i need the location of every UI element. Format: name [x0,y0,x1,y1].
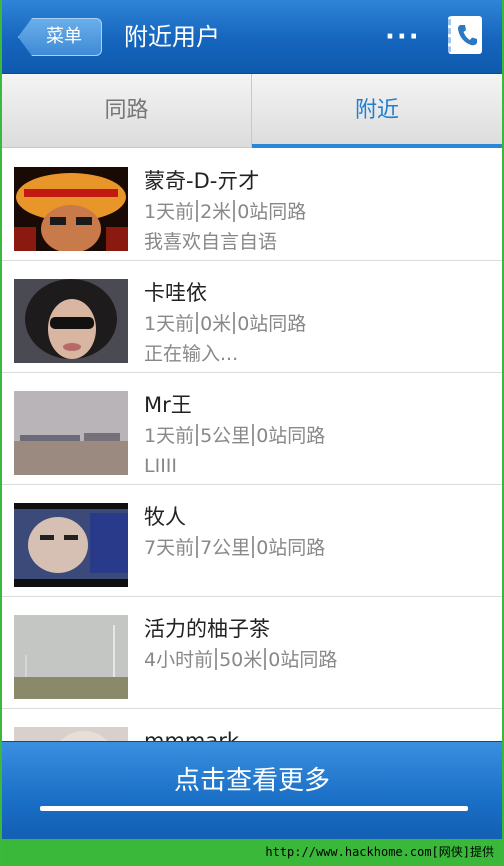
user-name: 牧人 [144,505,186,529]
list-item[interactable]: mmmark [2,709,502,741]
user-signature: LIIII [144,455,177,477]
watermark-footer: http://www.hackhome.com[网侠]提供 [2,839,502,866]
avatar [14,615,128,699]
page-title: 附近用户 [124,23,220,51]
avatar [14,279,128,363]
user-meta: 1天前 2米 0站同路 [144,200,307,223]
user-name: 卡哇依 [144,281,207,305]
list-item[interactable]: 活力的柚子茶 4小时前 50米 0站同路 [2,597,502,709]
top-bar: 菜单 附近用户 ··· [2,0,502,74]
phone-button[interactable] [448,16,482,54]
user-name: mmmark [144,729,240,741]
more-dots-icon[interactable]: ··· [385,24,421,50]
list-item[interactable]: Mr王 1天前 5公里 0站同路 LIIII [2,373,502,485]
user-name: Mr王 [144,393,192,417]
user-meta: 7天前 7公里 0站同路 [144,536,326,559]
list-item[interactable]: 卡哇依 1天前 0米 0站同路 正在输入... [2,261,502,373]
tab-nearby[interactable]: 附近 [252,74,502,148]
load-more-label: 点击查看更多 [173,766,330,796]
avatar [14,503,128,587]
avatar [14,727,128,741]
user-list: 蒙奇-D-亓才 1天前 2米 0站同路 我喜欢自言自语 卡哇依 1天前 0米 0站同路 … [2,149,502,741]
user-meta: 1天前 5公里 0站同路 [144,424,326,447]
user-signature: 正在输入... [144,343,239,365]
user-signature: 我喜欢自言自语 [144,231,278,253]
phone-icon [457,25,477,46]
load-more-button[interactable]: 点击查看更多 [2,741,502,839]
user-name: 蒙奇-D-亓才 [144,169,260,193]
user-name: 活力的柚子茶 [144,617,270,641]
user-meta: 4小时前 50米 0站同路 [144,648,338,671]
tab-bar: 同路 附近 [2,74,502,148]
user-meta: 1天前 0米 0站同路 [144,312,307,335]
tab-same-route[interactable]: 同路 [2,74,252,148]
list-item[interactable]: 牧人 7天前 7公里 0站同路 [2,485,502,597]
avatar [14,391,128,475]
menu-back-button[interactable]: 菜单 [18,18,102,56]
load-more-underline [40,806,468,811]
avatar [14,167,128,251]
list-item[interactable]: 蒙奇-D-亓才 1天前 2米 0站同路 我喜欢自言自语 [2,149,502,261]
